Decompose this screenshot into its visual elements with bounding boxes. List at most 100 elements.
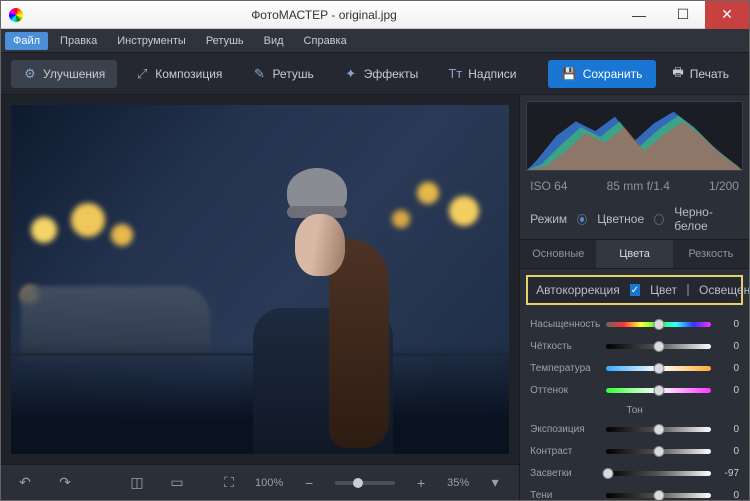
mode-color-label[interactable]: Цветное xyxy=(597,212,644,226)
tone-section-label: Тон xyxy=(530,401,739,418)
slider-track[interactable] xyxy=(606,471,711,476)
tab-0[interactable]: ⚙ Улучшения xyxy=(11,60,117,88)
histogram[interactable] xyxy=(526,101,743,171)
slider-track[interactable] xyxy=(606,493,711,498)
radio-color[interactable] xyxy=(577,214,587,225)
slider-label: Насыщенность xyxy=(530,319,600,330)
slider-value: 0 xyxy=(717,424,739,435)
save-button[interactable]: 💾 Сохранить xyxy=(548,60,657,88)
canvas-area: ↶ ↷ ◫ ▭ ⛶ 100% − + 35% ▾ xyxy=(1,95,519,500)
slider-value: -97 xyxy=(717,468,739,479)
minimize-button[interactable]: — xyxy=(617,1,661,29)
tab-1[interactable]: ⤢ Композиция xyxy=(123,60,234,88)
zoom-value: 35% xyxy=(447,477,469,489)
slider-thumb[interactable] xyxy=(653,385,664,396)
tab-label: Композиция xyxy=(155,67,222,81)
slider-track[interactable] xyxy=(606,427,711,432)
menu-ретушь[interactable]: Ретушь xyxy=(198,32,252,50)
menu-файл[interactable]: Файл xyxy=(5,32,48,50)
tab-label: Улучшения xyxy=(43,67,105,81)
autocorrection-label: Автокоррекция xyxy=(536,283,620,297)
autocorr-lighting-label[interactable]: Освещение xyxy=(699,283,749,297)
checkbox-lighting[interactable] xyxy=(687,284,689,296)
zoom-100[interactable]: 100% xyxy=(255,477,283,489)
menu-справка[interactable]: Справка xyxy=(296,32,355,50)
tab-4[interactable]: TᴛНадписи xyxy=(436,60,528,88)
menu-вид[interactable]: Вид xyxy=(256,32,292,50)
exif-iso: ISO 64 xyxy=(530,179,567,193)
side-panel: ISO 64 85 mm f/1.4 1/200 Режим Цветное Ч… xyxy=(519,95,749,500)
slider-label: Тени xyxy=(530,490,600,501)
subtab-1[interactable]: Цвета xyxy=(596,240,672,268)
save-label: Сохранить xyxy=(583,67,643,81)
slider-label: Чёткость xyxy=(530,341,600,352)
menu-инструменты[interactable]: Инструменты xyxy=(109,32,194,50)
exif-shutter: 1/200 xyxy=(709,179,739,193)
redo-button[interactable]: ↷ xyxy=(51,471,79,495)
slider-track[interactable] xyxy=(606,322,711,327)
tab-icon: ✦ xyxy=(344,67,358,81)
mode-row: Режим Цветное Черно-белое xyxy=(520,199,749,239)
slider-value: 0 xyxy=(717,341,739,352)
sliders-panel: Насыщенность0Чёткость0Температура0Оттено… xyxy=(520,311,749,500)
tab-3[interactable]: ✦Эффекты xyxy=(332,60,431,88)
print-button[interactable]: 🖶 Печать xyxy=(662,56,739,91)
slider-track[interactable] xyxy=(606,449,711,454)
slider-Чёткость: Чёткость 0 xyxy=(530,335,739,357)
maximize-button[interactable]: ☐ xyxy=(661,1,705,29)
slider-value: 0 xyxy=(717,319,739,330)
slider-label: Температура xyxy=(530,363,600,374)
slider-thumb[interactable] xyxy=(653,319,664,330)
slider-Экспозиция: Экспозиция0 xyxy=(530,418,739,440)
slider-value: 0 xyxy=(717,363,739,374)
close-button[interactable]: ✕ xyxy=(705,1,749,29)
slider-value: 0 xyxy=(717,490,739,501)
tab-icon: ⤢ xyxy=(135,67,149,81)
radio-bw[interactable] xyxy=(654,214,664,225)
zoom-in-button[interactable]: + xyxy=(407,471,435,495)
slider-thumb[interactable] xyxy=(653,424,664,435)
zoom-out-button[interactable]: − xyxy=(295,471,323,495)
toggle-view-button[interactable]: ▭ xyxy=(163,471,191,495)
slider-track[interactable] xyxy=(606,344,711,349)
tab-icon: Tᴛ xyxy=(448,67,462,81)
undo-button[interactable]: ↶ xyxy=(11,471,39,495)
exif-row: ISO 64 85 mm f/1.4 1/200 xyxy=(520,177,749,199)
zoom-slider[interactable] xyxy=(335,481,395,485)
mode-label: Режим xyxy=(530,212,567,226)
tab-icon: ⚙ xyxy=(23,67,37,81)
slider-Тени: Тени 0 xyxy=(530,484,739,500)
slider-track[interactable] xyxy=(606,388,711,393)
slider-thumb[interactable] xyxy=(653,363,664,374)
image-canvas[interactable] xyxy=(11,105,509,454)
zoom-dropdown-icon[interactable]: ▾ xyxy=(481,471,509,495)
compare-button[interactable]: ◫ xyxy=(123,471,151,495)
tab-label: Ретушь xyxy=(272,67,313,81)
mode-bw-label[interactable]: Черно-белое xyxy=(674,205,739,233)
slider-thumb[interactable] xyxy=(653,341,664,352)
app-logo-icon xyxy=(9,8,23,22)
fit-screen-button[interactable]: ⛶ xyxy=(215,471,243,495)
slider-Оттенок: Оттенок 0 xyxy=(530,379,739,401)
slider-value: 0 xyxy=(717,385,739,396)
checkbox-color[interactable]: ✓ xyxy=(630,284,640,296)
menu-правка[interactable]: Правка xyxy=(52,32,105,50)
main-tabs: ⚙ Улучшения ⤢ Композиция ✎ Ретушь ✦ЭффектыTᴛНа… xyxy=(1,53,749,95)
subtabs: ОсновныеЦветаРезкость xyxy=(520,239,749,269)
subtab-0[interactable]: Основные xyxy=(520,240,596,268)
subtab-2[interactable]: Резкость xyxy=(673,240,749,268)
slider-thumb[interactable] xyxy=(653,490,664,501)
slider-Контраст: Контраст 0 xyxy=(530,440,739,462)
slider-track[interactable] xyxy=(606,366,711,371)
tab-2[interactable]: ✎ Ретушь xyxy=(240,60,325,88)
slider-thumb[interactable] xyxy=(653,446,664,457)
slider-value: 0 xyxy=(717,446,739,457)
exif-lens: 85 mm f/1.4 xyxy=(607,179,670,193)
slider-thumb[interactable] xyxy=(603,468,614,479)
print-icon: 🖶 xyxy=(672,63,683,84)
autocorr-color-label[interactable]: Цвет xyxy=(650,283,677,297)
slider-label: Контраст xyxy=(530,446,600,457)
slider-label: Оттенок xyxy=(530,385,600,396)
tab-icon: ✎ xyxy=(252,67,266,81)
slider-Засветки: Засветки-97 xyxy=(530,462,739,484)
